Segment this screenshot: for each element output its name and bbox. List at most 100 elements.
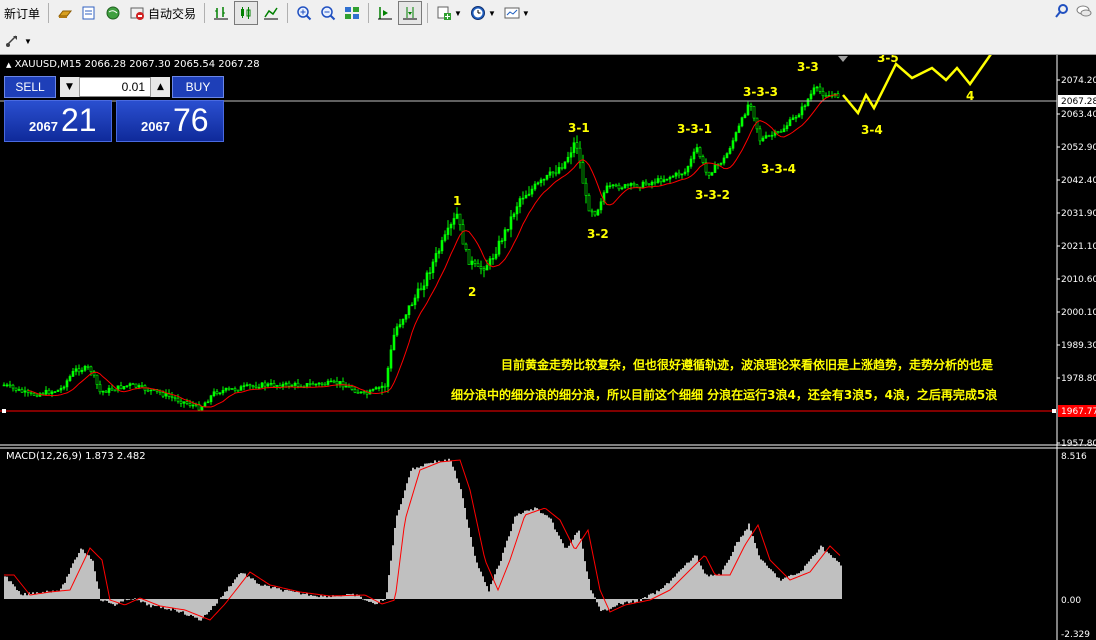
search-icon[interactable] (1054, 3, 1070, 19)
candle-body (644, 181, 648, 185)
macd-bar (210, 599, 212, 611)
auto-scroll-button[interactable] (398, 1, 423, 25)
lot-decrease-button[interactable]: ▼ (60, 77, 80, 97)
candle-body (440, 240, 444, 252)
candle-body (695, 147, 699, 153)
macd-bar (614, 599, 616, 607)
chevron-down-icon: ▼ (66, 82, 73, 92)
macd-bar (50, 592, 52, 599)
new-order-button[interactable]: 新订单 (1, 2, 43, 24)
macd-bar (512, 523, 514, 599)
buy-price-box[interactable]: 2067 76 (116, 100, 224, 142)
lot-increase-button[interactable]: ▲ (150, 77, 170, 97)
macd-bar (170, 599, 172, 611)
macd-bar (36, 592, 38, 599)
macd-bar (476, 562, 478, 599)
candle-body (293, 382, 297, 386)
macd-bar (446, 461, 448, 599)
candle-body (761, 137, 765, 142)
macd-bar (250, 578, 252, 599)
candle-body (743, 114, 747, 118)
hline-handle-left[interactable] (2, 409, 6, 413)
price-axis-label: 2063.40 (1061, 110, 1096, 120)
candle-body (314, 383, 318, 386)
bar-chart-icon (214, 7, 229, 20)
hline-price-label: 1967.77 (1061, 407, 1096, 417)
candle-body (569, 152, 573, 158)
candle-body (515, 206, 519, 215)
candle-body (752, 106, 756, 119)
candle-body (356, 392, 360, 394)
candle-body (779, 131, 783, 133)
macd-bar (478, 568, 480, 599)
buy-button[interactable]: BUY (172, 76, 224, 98)
toolbar: 新订单 自动交易 ▼ ▼ ▼ ▼ (0, 0, 1096, 55)
macd-bar (134, 598, 136, 599)
tile-windows-button[interactable] (341, 2, 363, 24)
macd-bar (540, 513, 542, 599)
candle-body (140, 385, 144, 387)
candle-body (221, 390, 225, 394)
candle-body (200, 406, 204, 411)
candle-body (275, 385, 279, 387)
chart-shift-button[interactable] (374, 2, 396, 24)
candle-body (464, 243, 468, 250)
candlestick-chart-button[interactable] (234, 1, 259, 25)
candle-body (128, 383, 132, 386)
candle-body (818, 86, 822, 92)
indicators-button[interactable]: ▼ (433, 2, 465, 24)
candle-body (758, 128, 762, 142)
macd-bar (416, 467, 418, 599)
zoom-out-button[interactable] (317, 2, 339, 24)
candle-body (29, 392, 33, 394)
macd-bar (646, 597, 648, 599)
macd-bar (688, 562, 690, 599)
macd-bar (490, 584, 492, 599)
auto-trade-button[interactable]: 自动交易 (126, 2, 199, 24)
candle-body (461, 224, 465, 245)
macd-bar (158, 599, 160, 606)
macd-bar (536, 508, 538, 599)
wave-label-2: 2 (468, 285, 476, 299)
wave-label-4: 4 (966, 89, 974, 103)
wave-label-3-3-4: 3-3-4 (761, 162, 796, 176)
macd-bar (34, 594, 36, 599)
bar-chart-button[interactable] (210, 2, 232, 24)
market-watch-button[interactable] (54, 2, 76, 24)
macd-bar (256, 583, 258, 599)
zoom-in-button[interactable] (293, 2, 315, 24)
price-chart[interactable]: 2074.20 2063.40 2052.90 2042.40 2031.90 2021.… (0, 55, 1096, 640)
candle-body (245, 384, 249, 386)
line-chart-button[interactable] (260, 2, 282, 24)
chat-icon[interactable] (1076, 3, 1092, 19)
add-indicator-icon (437, 6, 452, 20)
templates-button[interactable]: ▼ (501, 2, 533, 24)
collapse-icon[interactable]: ▲ (6, 61, 11, 69)
symbol-info: XAUUSD,M15 2066.28 2067.30 2065.54 2067.… (14, 59, 260, 70)
macd-bar (680, 569, 682, 599)
macd-bar (308, 595, 310, 599)
candle-body (413, 297, 417, 306)
macd-axis-min: -2.329 (1061, 630, 1090, 640)
sell-price-box[interactable]: 2067 21 (4, 100, 112, 142)
candle-body (71, 371, 75, 377)
macd-bar (694, 555, 696, 599)
drawing-tools-button[interactable]: ▼ (1, 30, 35, 52)
periods-button[interactable]: ▼ (467, 2, 499, 24)
buy-price-prefix: 2067 (141, 119, 170, 134)
macd-bar (10, 581, 12, 599)
candle-body (671, 175, 675, 178)
data-window-button[interactable] (78, 2, 100, 24)
chevron-down-icon: ▼ (454, 8, 462, 18)
sell-button[interactable]: SELL (4, 76, 56, 98)
hline-handle-right[interactable] (1052, 409, 1056, 413)
macd-bar (338, 596, 340, 599)
macd-bar (444, 459, 446, 599)
macd-bar (714, 574, 716, 599)
candle-body (158, 390, 162, 393)
candle-body (692, 151, 696, 160)
navigator-button[interactable] (102, 2, 124, 24)
macd-bar (340, 596, 342, 599)
candle-body (119, 385, 123, 390)
candle-body (635, 184, 639, 188)
